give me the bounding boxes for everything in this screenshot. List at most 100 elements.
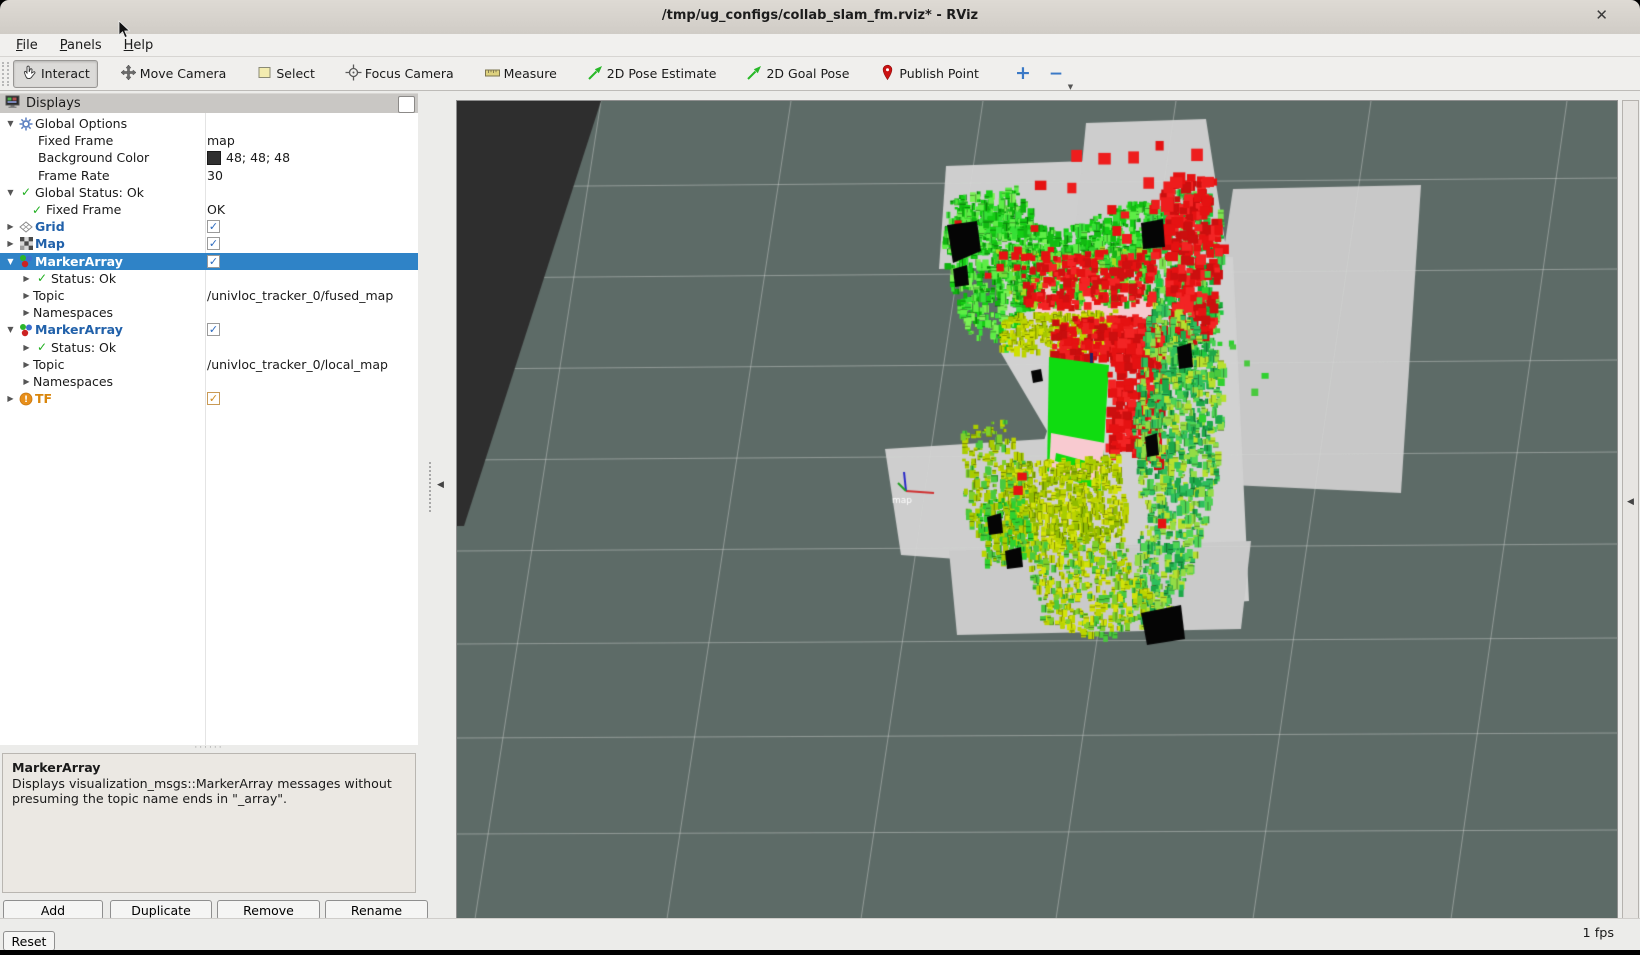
tool-move-camera[interactable]: Move Camera xyxy=(112,60,235,88)
visibility-checkbox[interactable]: ✓ xyxy=(207,220,220,234)
gear-icon xyxy=(17,117,35,131)
check-icon: ✓ xyxy=(31,202,43,217)
displays-tree: ▼ Global Options Fixed Frame map Backgro… xyxy=(0,113,418,745)
viewport-splitter-handle[interactable] xyxy=(429,462,434,512)
add-button[interactable]: Add xyxy=(3,900,103,920)
float-panel-button[interactable] xyxy=(398,96,415,113)
description-title: MarkerArray xyxy=(12,760,101,775)
title-bar[interactable]: /tmp/ug_configs/collab_slam_fm.rviz* - R… xyxy=(0,0,1640,35)
expander-right-icon[interactable]: ▶ xyxy=(4,222,17,231)
duplicate-button[interactable]: Duplicate xyxy=(110,900,212,920)
tool-bar: Interact Move Camera Select Focus Camera… xyxy=(0,57,1640,91)
hand-icon xyxy=(21,64,38,84)
tree-row-background-color[interactable]: Background Color 48; 48; 48 xyxy=(0,149,418,166)
menu-bar: File Panels Help xyxy=(0,34,1640,57)
map-icon xyxy=(17,237,35,251)
background-color-value[interactable]: 48; 48; 48 xyxy=(207,150,290,165)
expander-down-icon[interactable]: ▼ xyxy=(4,188,17,197)
expander-right-icon[interactable]: ▶ xyxy=(4,239,17,248)
description-body: Displays visualization_msgs::MarkerArray… xyxy=(12,775,392,807)
rviz-window: /tmp/ug_configs/collab_slam_fm.rviz* - R… xyxy=(0,0,1640,955)
tool-2d-goal-pose[interactable]: 2D Goal Pose xyxy=(738,60,857,88)
tree-row-map[interactable]: ▶ Map ✓ xyxy=(0,235,418,252)
displays-panel-header[interactable]: Displays xyxy=(0,93,418,113)
expander-right-icon[interactable]: ▶ xyxy=(20,308,33,317)
frame-rate-value[interactable]: 30 xyxy=(207,168,223,183)
expander-right-icon[interactable]: ▶ xyxy=(4,394,17,403)
topic-value[interactable]: /univloc_tracker_0/fused_map xyxy=(207,288,393,303)
tree-row-status-fused[interactable]: ▶ ✓ Status: Ok xyxy=(0,270,418,287)
move-icon xyxy=(120,64,137,84)
mouse-cursor xyxy=(118,20,131,43)
tree-row-topic-local[interactable]: ▶ Topic /univloc_tracker_0/local_map xyxy=(0,356,418,373)
add-tool-button[interactable]: + xyxy=(1015,62,1031,84)
tree-row-marker-array-fused[interactable]: ▼ MarkerArray ✓ xyxy=(0,252,418,270)
menu-panels[interactable]: Panels xyxy=(54,38,108,53)
fps-indicator: 1 fps xyxy=(1582,926,1614,941)
chevron-down-icon: ▼ xyxy=(1067,82,1074,91)
fixed-frame-value[interactable]: map xyxy=(207,133,235,148)
expander-down-icon[interactable]: ▼ xyxy=(4,257,17,266)
reset-button[interactable]: Reset xyxy=(3,931,55,951)
tool-select[interactable]: Select xyxy=(248,60,323,88)
tool-focus-camera[interactable]: Focus Camera xyxy=(337,60,462,88)
expander-right-icon[interactable]: ▶ xyxy=(20,377,33,386)
tree-row-marker-array-local[interactable]: ▼ MarkerArray ✓ xyxy=(0,321,418,338)
tree-row-global-status-fixed-frame[interactable]: ✓ Fixed Frame OK xyxy=(0,201,418,218)
svg-text:!: ! xyxy=(24,395,28,405)
remove-button[interactable]: Remove xyxy=(217,900,320,920)
visibility-checkbox[interactable]: ✓ xyxy=(207,254,220,268)
topic-value[interactable]: /univloc_tracker_0/local_map xyxy=(207,357,388,372)
panel-title: Displays xyxy=(26,96,81,111)
bottom-edge xyxy=(0,950,1640,955)
visibility-checkbox[interactable]: ✓ xyxy=(207,323,220,337)
right-panel-collapsed[interactable]: ◀ xyxy=(1622,100,1639,919)
focus-crosshair-icon xyxy=(345,64,362,84)
ruler-icon xyxy=(484,64,501,84)
render-panel xyxy=(456,100,1618,920)
expander-right-icon[interactable]: ▶ xyxy=(20,274,33,283)
tree-row-tf[interactable]: ▶ ! TF ✓ xyxy=(0,390,418,407)
tool-2d-pose-estimate[interactable]: 2D Pose Estimate xyxy=(579,60,725,88)
toolbar-drag-handle[interactable] xyxy=(2,61,9,86)
monitor-icon xyxy=(5,95,20,113)
check-icon: ✓ xyxy=(36,271,48,286)
status-bar: Reset 1 fps xyxy=(0,918,1640,951)
tool-interact[interactable]: Interact xyxy=(13,59,98,88)
tree-row-topic-fused[interactable]: ▶ Topic /univloc_tracker_0/fused_map xyxy=(0,287,418,304)
rename-button[interactable]: Rename xyxy=(325,900,428,920)
tree-row-global-options[interactable]: ▼ Global Options xyxy=(0,115,418,132)
tree-row-frame-rate[interactable]: Frame Rate 30 xyxy=(0,167,418,184)
select-box-icon xyxy=(256,64,273,84)
markers-icon xyxy=(17,254,35,268)
green-arrow-icon xyxy=(746,64,763,84)
remove-tool-button[interactable]: − ▼ xyxy=(1049,64,1073,91)
expander-right-icon[interactable]: ▶ xyxy=(20,343,33,352)
collapse-left-icon[interactable]: ◀ xyxy=(437,480,444,490)
display-description: MarkerArray Displays visualization_msgs:… xyxy=(2,753,416,893)
tool-publish-point[interactable]: Publish Point xyxy=(871,60,987,88)
tool-measure[interactable]: Measure xyxy=(476,60,565,88)
green-arrow-icon xyxy=(587,64,604,84)
check-icon: ✓ xyxy=(36,340,48,355)
expander-right-icon[interactable]: ▶ xyxy=(20,291,33,300)
check-icon: ✓ xyxy=(20,185,32,200)
expander-down-icon[interactable]: ▼ xyxy=(4,325,17,334)
tree-row-namespaces-local[interactable]: ▶ Namespaces xyxy=(0,373,418,390)
expander-right-icon[interactable]: ▶ xyxy=(20,360,33,369)
3d-viewport[interactable] xyxy=(457,101,1617,919)
tree-row-global-status[interactable]: ▼ ✓ Global Status: Ok xyxy=(0,184,418,201)
close-icon[interactable]: ✕ xyxy=(1595,6,1608,24)
collapse-right-icon[interactable]: ◀ xyxy=(1627,497,1634,507)
visibility-checkbox[interactable]: ✓ xyxy=(207,237,220,251)
tree-row-status-local[interactable]: ▶ ✓ Status: Ok xyxy=(0,338,418,355)
menu-file[interactable]: File xyxy=(10,38,44,53)
tree-row-fixed-frame[interactable]: Fixed Frame map xyxy=(0,132,418,149)
warning-icon: ! xyxy=(17,392,35,406)
tree-row-namespaces-fused[interactable]: ▶ Namespaces xyxy=(0,304,418,321)
visibility-checkbox[interactable]: ✓ xyxy=(207,392,220,406)
expander-down-icon[interactable]: ▼ xyxy=(4,119,17,128)
panel-splitter-handle[interactable] xyxy=(0,745,418,753)
color-swatch xyxy=(207,150,221,165)
tree-row-grid[interactable]: ▶ Grid ✓ xyxy=(0,218,418,235)
